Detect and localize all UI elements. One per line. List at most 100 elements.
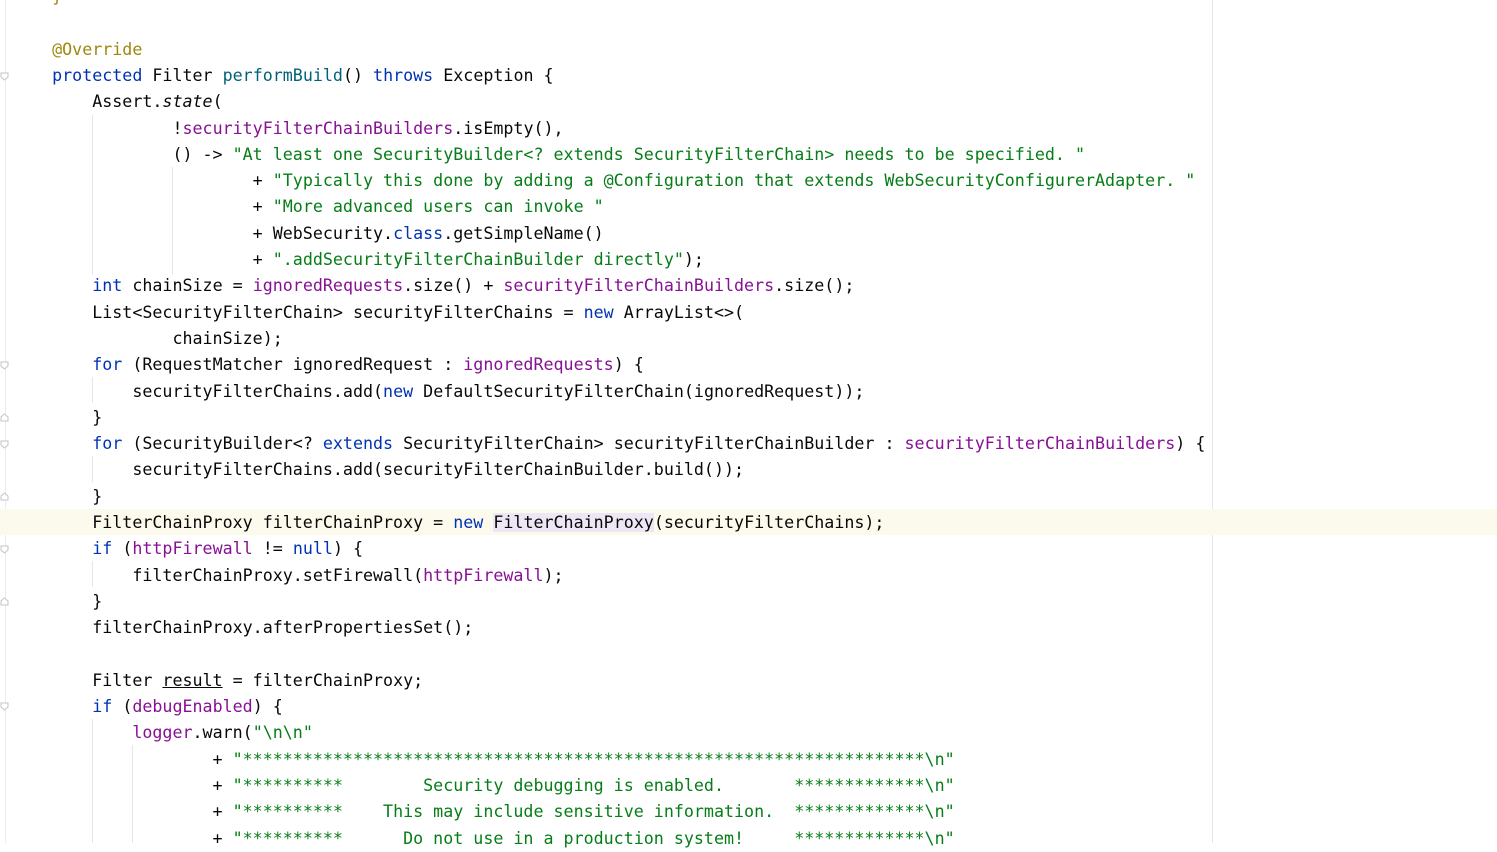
fold-collapse-icon[interactable] [0,440,9,449]
code-token: securityFilterChainBuilders [904,434,1176,454]
code-line[interactable]: filterChainProxy.afterPropertiesSet(); [12,615,473,641]
code-token: securityFilterChainBuilders [503,276,775,296]
right-margin-guide [1212,0,1213,843]
code-token: ); [543,565,564,585]
code-token: ) { [252,697,283,717]
code-line[interactable]: if (debugEnabled) { [12,694,283,720]
code-token: httpFirewall [423,565,544,585]
code-token: securityFilterChainBuilders [182,118,454,138]
code-token: + [12,197,273,217]
code-token: (SecurityBuilder<? [132,434,323,454]
code-token: "Typically this done by adding a @Config… [272,171,1196,191]
code-token: "********** Security debugging is enable… [232,776,955,795]
code-token: "\n\n" [252,723,313,743]
code-token: ".addSecurityFilterChainBuilder directly… [272,250,684,269]
code-token: "********** Do not use in a production s… [232,828,955,848]
code-token: result [162,670,223,690]
code-token: DefaultSecurityFilterChain(ignoredReques… [423,381,865,401]
code-line[interactable]: securityFilterChains.add(securityFilterC… [12,457,744,483]
code-token: + [12,802,233,822]
code-line[interactable]: + "********** This may include sensitive… [12,799,955,825]
code-token: null [292,539,333,559]
code-token: ) { [613,355,644,375]
code-line[interactable]: List<SecurityFilterChain> securityFilter… [12,300,744,326]
code-token: new [383,381,424,401]
code-token: (securityFilterChains); [653,513,885,532]
code-line[interactable]: filterChainProxy.setFirewall(httpFirewal… [12,563,564,589]
code-token: + [12,171,273,191]
code-token: if [12,697,123,717]
code-token: + [12,776,233,795]
fold-expand-end-icon[interactable] [0,492,9,501]
fold-expand-end-icon[interactable] [0,413,9,422]
code-token: "At least one SecurityBuilder<? extends … [232,144,1085,164]
code-token: ) { [332,539,364,559]
code-token: chainSize = [132,276,253,296]
code-token: extends [322,434,404,454]
code-line[interactable]: + WebSecurity.class.getSimpleName() [12,221,604,247]
code-line[interactable]: + "********** Do not use in a production… [12,826,955,852]
code-token: } [12,486,103,506]
code-line[interactable]: Assert.state( [12,89,222,115]
code-line[interactable]: + "*************************************… [12,747,955,773]
code-token: protected [12,65,153,85]
code-token: .size() + [403,276,504,296]
code-line[interactable]: } [12,0,62,10]
code-token: != [262,539,293,559]
code-token: ) { [1175,434,1206,454]
fold-collapse-icon[interactable] [0,361,9,370]
code-line[interactable]: + "More advanced users can invoke " [12,194,604,220]
code-token: FilterChainProxy [493,513,654,532]
fold-expand-end-icon[interactable] [0,597,9,606]
code-line[interactable]: int chainSize = ignoredRequests.size() +… [12,273,854,299]
code-token: "***************************************… [232,749,955,769]
fold-collapse-icon[interactable] [0,702,9,711]
code-line[interactable]: if (httpFirewall != null) { [12,536,363,562]
code-token: ignoredRequests [252,276,404,296]
code-line[interactable]: + "Typically this done by adding a @Conf… [12,168,1196,194]
code-line[interactable]: + "********** Security debugging is enab… [12,773,955,799]
code-token: debugEnabled [132,697,253,717]
code-token: performBuild [222,65,343,85]
code-token: securityFilterChains.add(securityFilterC… [12,460,745,480]
code-line[interactable]: } [12,484,102,510]
code-token: } [12,407,103,427]
code-token: + [12,749,233,769]
code-line[interactable]: + ".addSecurityFilterChainBuilder direct… [12,247,704,273]
code-token: + [12,828,233,848]
fold-collapse-icon[interactable] [0,545,9,554]
code-token: filterChainProxy.afterPropertiesSet(); [12,618,474,638]
code-token: filterChainProxy.setFirewall( [12,565,424,585]
code-line[interactable]: for (RequestMatcher ignoredRequest : ign… [12,352,644,378]
code-line[interactable]: chainSize); [12,326,282,352]
code-token: .isEmpty(), [453,118,564,138]
code-token: Filter [152,65,223,85]
code-line[interactable]: logger.warn("\n\n" [12,720,313,746]
code-line[interactable]: for (SecurityBuilder<? extends SecurityF… [12,431,1205,457]
code-token: .size(); [774,276,855,296]
code-token: = filterChainProxy; [222,670,424,690]
code-token: ); [683,250,704,269]
code-token: + [12,250,273,269]
code-line[interactable]: FilterChainProxy filterChainProxy = new … [12,510,884,536]
code-line[interactable]: protected Filter performBuild() throws E… [12,63,553,89]
code-line[interactable]: Filter result = filterChainProxy; [12,668,423,694]
code-line[interactable]: } [12,589,102,615]
code-token: httpFirewall [132,539,263,559]
code-token: .warn( [192,723,253,743]
code-line[interactable]: @Override [12,37,142,63]
code-token: ! [12,118,183,138]
code-token: Assert. [12,92,163,112]
code-token: Filter [12,670,163,690]
fold-collapse-icon[interactable] [0,72,9,81]
code-token: } [12,0,62,6]
code-token: ArrayList<>( [623,302,745,322]
code-line[interactable]: securityFilterChains.add(new DefaultSecu… [12,379,864,405]
code-line[interactable]: () -> "At least one SecurityBuilder<? ex… [12,142,1085,168]
code-token: for [12,434,133,454]
code-line[interactable]: !securityFilterChainBuilders.isEmpty(), [12,116,564,142]
code-token: SecurityFilterChain> securityFilterChain… [403,434,905,454]
code-token: state [162,92,213,112]
code-line[interactable]: } [12,405,102,431]
